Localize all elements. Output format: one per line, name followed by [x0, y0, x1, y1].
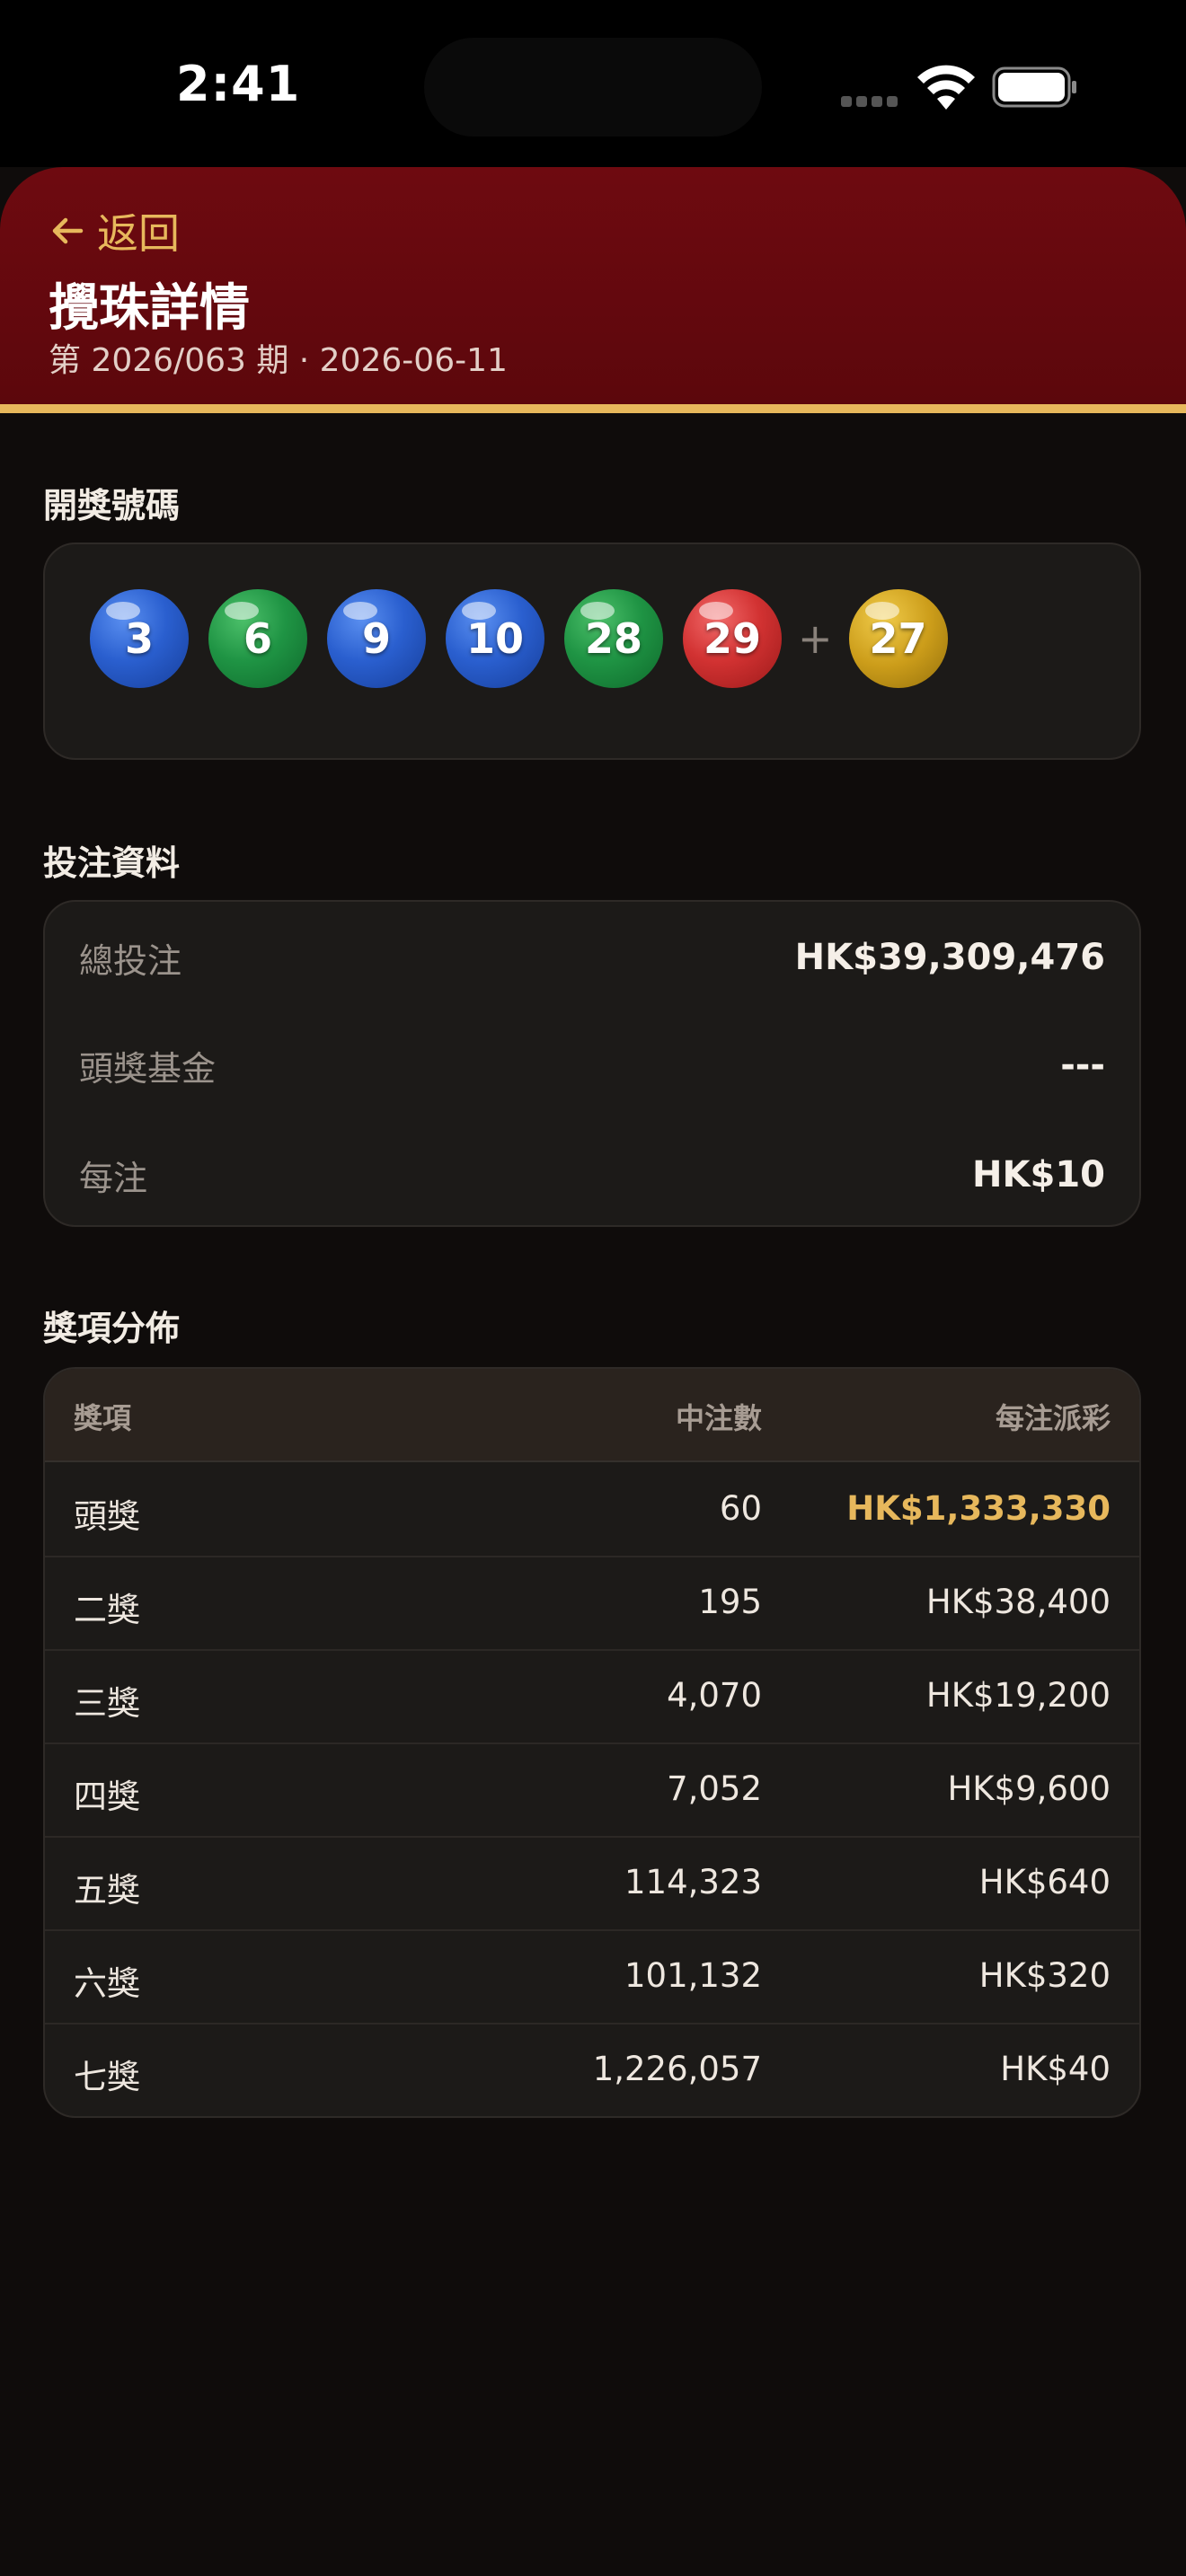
table-row: 四獎 7,052 HK$9,600 — [45, 1742, 1139, 1838]
number-ball: 3 — [90, 589, 189, 688]
wifi-icon — [917, 65, 975, 110]
draw-numbers-title: 開獎號碼 — [43, 486, 181, 525]
bet-info-row: 總投注 HK$39,309,476 — [79, 922, 1105, 993]
winners-count: 60 — [719, 1489, 762, 1528]
battery-icon — [992, 66, 1076, 108]
number-ball: 6 — [208, 589, 307, 688]
payout-amount: HK$38,400 — [925, 1583, 1111, 1621]
info-value: HK$10 — [972, 1154, 1105, 1195]
payout-amount: HK$9,600 — [947, 1769, 1111, 1808]
extra-number-ball: 27 — [848, 589, 948, 688]
back-label: 返回 — [97, 209, 180, 258]
winners-count: 101,132 — [624, 1956, 762, 1995]
table-row: 五獎 114,323 HK$640 — [45, 1836, 1139, 1931]
prize-distribution-title: 獎項分佈 — [43, 1309, 181, 1348]
winners-count: 7,052 — [667, 1769, 762, 1808]
winners-count: 4,070 — [667, 1676, 762, 1715]
payout-amount: HK$19,200 — [925, 1676, 1111, 1715]
number-ball: 9 — [327, 589, 426, 688]
balls-row: 3 6 9 10 28 29 + 27 — [90, 589, 968, 688]
plus-sign: + — [798, 614, 833, 663]
info-label: 每注 — [79, 1158, 148, 1198]
draw-period-subtitle: 第 2026/063 期 · 2026-06-11 — [49, 342, 508, 379]
winners-count: 114,323 — [624, 1863, 762, 1901]
bet-info-card: 總投注 HK$39,309,476 頭獎基金 --- 每注 HK$10 — [43, 900, 1141, 1227]
table-row: 頭獎 60 HK$1,333,330 — [45, 1462, 1139, 1557]
back-button[interactable]: 返回 — [49, 201, 180, 260]
table-header: 獎項 中注數 每注派彩 — [45, 1369, 1139, 1462]
number-ball: 10 — [446, 589, 544, 688]
prize-name: 二獎 — [74, 1591, 140, 1629]
number-ball: 28 — [564, 589, 663, 688]
payout-amount: HK$640 — [978, 1863, 1111, 1901]
page-header: 返回 攪珠詳情 第 2026/063 期 · 2026-06-11 — [0, 167, 1186, 413]
column-header-prize: 獎項 — [74, 1401, 132, 1435]
info-value: --- — [1060, 1045, 1105, 1086]
table-row: 六獎 101,132 HK$320 — [45, 1929, 1139, 2025]
prize-name: 七獎 — [74, 2058, 140, 2096]
page-title: 攪珠詳情 — [49, 279, 250, 338]
number-ball: 29 — [683, 589, 782, 688]
table-row: 三獎 4,070 HK$19,200 — [45, 1649, 1139, 1744]
payout-amount: HK$1,333,330 — [846, 1489, 1111, 1528]
payout-amount: HK$40 — [1000, 2050, 1111, 2088]
bet-info-row: 頭獎基金 --- — [79, 1029, 1105, 1101]
status-bar: 2:41 — [0, 0, 1186, 167]
info-label: 頭獎基金 — [79, 1048, 217, 1089]
winners-count: 195 — [698, 1583, 762, 1621]
table-row: 七獎 1,226,057 HK$40 — [45, 2023, 1139, 2116]
prize-table: 獎項 中注數 每注派彩 頭獎 60 HK$1,333,330 二獎 195 HK… — [43, 1367, 1141, 2118]
cellular-signal-icon — [841, 93, 902, 107]
payout-amount: HK$320 — [978, 1956, 1111, 1995]
arrow-left-icon — [52, 217, 84, 244]
column-header-winners: 中注數 — [675, 1401, 762, 1435]
column-header-payout: 每注派彩 — [995, 1401, 1111, 1435]
info-value: HK$39,309,476 — [794, 937, 1105, 978]
dynamic-island — [424, 38, 762, 137]
prize-name: 五獎 — [74, 1871, 140, 1910]
draw-numbers-card: 3 6 9 10 28 29 + 27 — [43, 543, 1141, 760]
bet-info-row: 每注 HK$10 — [79, 1139, 1105, 1211]
status-time: 2:41 — [176, 56, 301, 112]
table-row: 二獎 195 HK$38,400 — [45, 1556, 1139, 1651]
prize-name: 四獎 — [74, 1778, 140, 1816]
prize-name: 六獎 — [74, 1964, 140, 2003]
bet-info-title: 投注資料 — [43, 843, 181, 883]
prize-name: 三獎 — [74, 1684, 140, 1723]
prize-name: 頭獎 — [74, 1497, 140, 1536]
info-label: 總投注 — [79, 940, 182, 981]
winners-count: 1,226,057 — [592, 2050, 762, 2088]
